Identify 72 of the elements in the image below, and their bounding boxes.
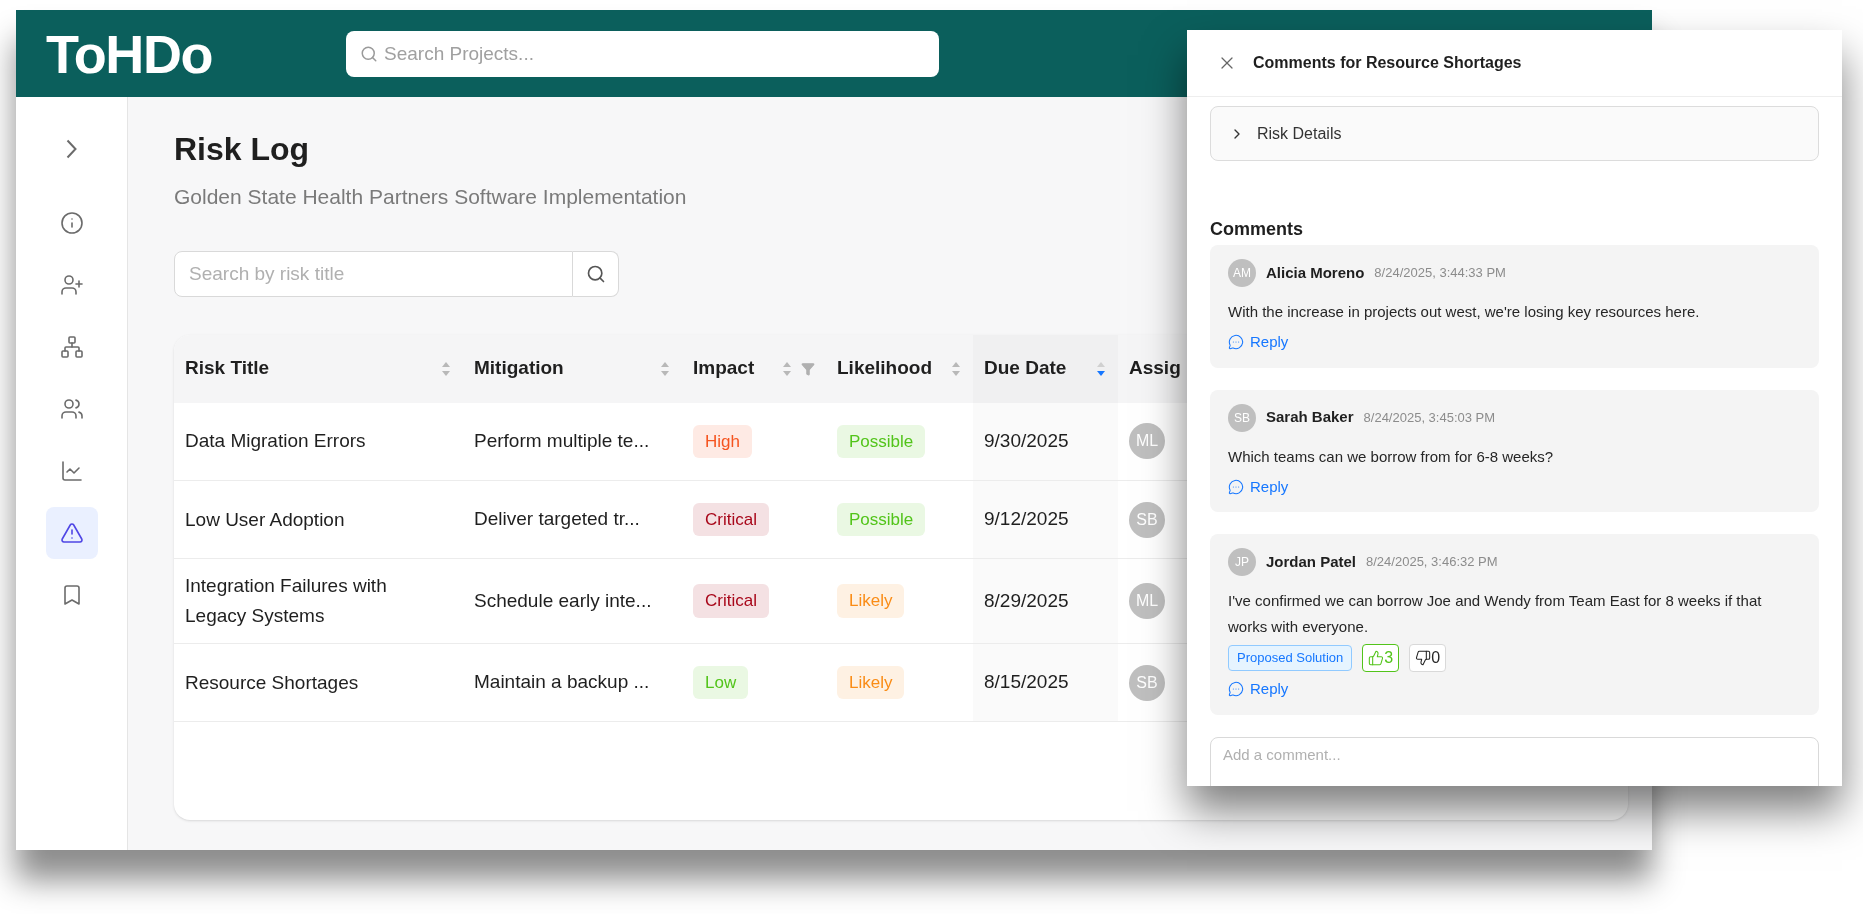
user-plus-icon <box>59 273 84 297</box>
table-cell: Perform multiple te... <box>474 430 650 451</box>
comment-field[interactable]: Add a comment... <box>1210 736 1819 786</box>
dislike-button[interactable]: 0 <box>1409 644 1447 672</box>
avatar: ML <box>1129 423 1165 460</box>
thumbs-up-icon <box>1368 650 1385 666</box>
reply-link[interactable]: Reply <box>1228 678 1289 701</box>
chat-bubble-icon <box>1228 681 1244 698</box>
avatar: ML <box>1129 583 1165 619</box>
search-button[interactable] <box>573 250 619 297</box>
filter-icon[interactable] <box>801 361 815 376</box>
status-tag: Critical <box>693 502 769 537</box>
comment-time: 8/24/2025, 3:46:32 PM <box>1366 553 1498 572</box>
table-cell: 8/15/2025 <box>984 671 1069 693</box>
thumbs-down-icon <box>1415 650 1432 666</box>
search-field[interactable]: Search Projects... <box>346 30 939 77</box>
comment-text: Which teams can we borrow from for 6-8 weeks? <box>1228 446 1555 467</box>
status-tag: Possible <box>837 502 926 537</box>
table-cell: Data Migration Errors <box>185 430 366 452</box>
avatar: SB <box>1228 403 1256 432</box>
avatar: SB <box>1129 501 1165 538</box>
info-icon <box>59 211 84 235</box>
network-icon <box>59 335 84 359</box>
expand-icon <box>66 139 77 159</box>
chat-bubble-icon <box>1228 334 1244 351</box>
warning-icon <box>59 521 84 545</box>
tag: Proposed Solution <box>1228 645 1353 671</box>
comments-heading: Comments <box>1210 218 1304 241</box>
comment-author: Jordan Patel <box>1266 551 1357 572</box>
reply-link[interactable]: Reply <box>1228 475 1289 498</box>
table-cell: Deliver targeted tr... <box>474 508 640 530</box>
logo[interactable]: ToHDo <box>46 26 286 81</box>
status-tag: High <box>693 424 752 458</box>
column-header[interactable]: Assig <box>1129 354 1181 383</box>
comment-text: I've confirmed we can borrow Joe and Wendy from Team East for 8 weeks if that works with everyone. <box>1228 591 1763 637</box>
table-cell: 8/29/2025 <box>984 589 1069 611</box>
column-header[interactable]: Mitigation <box>474 354 564 383</box>
sidebar-item[interactable] <box>45 507 98 559</box>
table-cell: 9/12/2025 <box>984 508 1069 530</box>
search-icon <box>585 263 606 284</box>
search-icon <box>360 44 378 63</box>
users-icon <box>59 397 84 421</box>
column-header[interactable]: Risk Title <box>185 354 270 383</box>
comment-time: 8/24/2025, 3:44:33 PM <box>1374 264 1506 283</box>
table-cell: 9/30/2025 <box>984 430 1069 451</box>
comment-author: Alicia Moreno <box>1266 262 1365 283</box>
avatar: SB <box>1129 664 1165 701</box>
page-subtitle: Golden State Health Partners Software Implementation <box>174 184 687 210</box>
comment-time: 8/24/2025, 3:45:03 PM <box>1363 408 1496 427</box>
avatar: AM <box>1228 259 1256 287</box>
page-title: Risk Log <box>174 130 310 169</box>
chat-bubble-icon <box>1228 478 1244 495</box>
status-tag: Likely <box>837 665 905 700</box>
status-tag: Critical <box>693 584 769 618</box>
column-header[interactable]: Impact <box>693 354 755 383</box>
table-cell: Low User Adoption <box>185 508 345 530</box>
comment-author: Sarah Baker <box>1266 407 1354 428</box>
comment-text: With the increase in projects out west, we're losing key resources here. <box>1228 302 1701 322</box>
status-tag: Low <box>693 665 749 700</box>
risk-details-accordion[interactable]: Risk Details <box>1210 106 1819 161</box>
table-cell: Resource Shortages <box>185 671 359 693</box>
status-tag: Likely <box>837 584 905 618</box>
line-chart-icon <box>59 459 84 483</box>
table-cell: Maintain a backup ... <box>474 671 650 693</box>
risk-search-field[interactable]: Search by risk title <box>174 250 573 297</box>
panel-title: Comments for Resource Shortages <box>1253 53 1522 73</box>
status-tag: Possible <box>837 424 926 458</box>
column-header[interactable]: Likelihood <box>837 354 932 383</box>
reply-link[interactable]: Reply <box>1228 331 1289 354</box>
avatar: JP <box>1228 548 1256 576</box>
table-cell: Schedule early inte... <box>474 589 652 611</box>
table-cell: Integration Failures with Legacy Systems <box>185 575 387 626</box>
